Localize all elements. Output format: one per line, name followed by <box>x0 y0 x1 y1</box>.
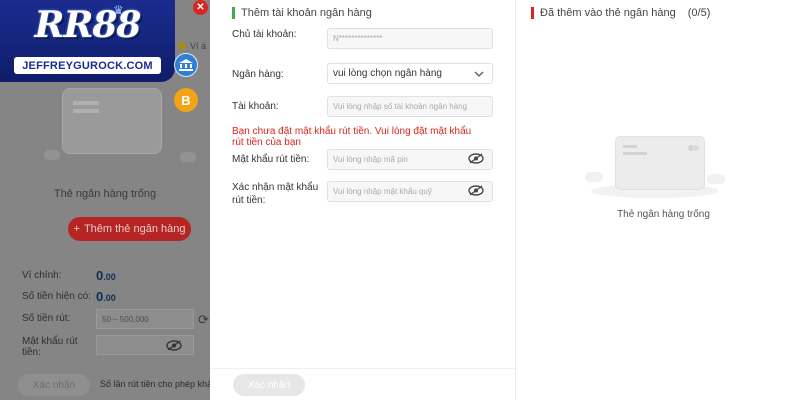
modal-footer-divider <box>210 368 515 369</box>
added-cards-title-text: Đã thêm vào thẻ ngân hàng <box>540 7 676 19</box>
bank-select[interactable]: vui lòng chọn ngân hàng <box>327 63 493 84</box>
added-cards-section-title: Đã thêm vào thẻ ngân hàng (0/5) <box>531 7 710 19</box>
withdraw-amount-label: Số tiền rút: <box>22 313 71 324</box>
account-number-input[interactable]: Vui lòng nhập số tài khoản ngân hàng <box>327 96 493 117</box>
eye-slash-icon[interactable] <box>166 340 182 354</box>
logo-main-text: RR88 <box>34 4 142 46</box>
current-balance-label: Số tiền hiện có: <box>22 291 91 302</box>
holder-field: N************** <box>327 28 493 49</box>
pin-input[interactable]: Vui lòng nhập mã pin <box>327 149 493 170</box>
bitcoin-icon[interactable]: B <box>174 88 198 112</box>
main-wallet-label: Ví chính: <box>22 270 62 281</box>
wallet-dot-icon <box>178 42 186 50</box>
close-icon[interactable]: ✕ <box>193 0 208 15</box>
added-cards-count: (0/5) <box>687 7 711 19</box>
withdraw-amount-input[interactable]: 50 – 500,000 <box>96 309 194 329</box>
title-accent-bar <box>531 7 534 19</box>
chevron-down-icon <box>474 69 484 79</box>
bg-submit-button[interactable]: Xác nhận <box>18 374 90 396</box>
account-label: Tài khoản: <box>232 101 279 112</box>
holder-label: Chủ tài khoản: <box>232 29 297 40</box>
eye-slash-icon[interactable] <box>468 185 484 199</box>
main-wallet-value: 0.00 <box>96 268 116 283</box>
bg-note-text: Số lần rút tiền cho phép khả <box>100 379 210 389</box>
bank-icon[interactable] <box>174 53 198 77</box>
logo-sub-text: JEFFREYGUROCK.COM <box>14 57 161 74</box>
cloud-icon <box>585 172 603 182</box>
pin-confirm-label: Xác nhận mật khẩu rút tiền: <box>232 182 319 206</box>
eye-slash-icon[interactable] <box>468 153 484 167</box>
bank-select-value: vui lòng chọn ngân hàng <box>333 68 442 79</box>
submit-button[interactable]: Xác nhận <box>233 374 305 396</box>
empty-cards-text: Thẻ ngân hàng trống <box>617 209 710 220</box>
withdraw-pin-label: Mật khẩu rút tiền: <box>22 336 78 358</box>
bg-cloud-icon <box>180 152 196 162</box>
add-bank-card-label: Thêm thẻ ngân hàng <box>83 223 186 235</box>
cloud-icon <box>707 174 725 184</box>
pin-warning-text: Bạn chưa đặt mật khẩu rút tiền. Vui lòng… <box>232 126 472 148</box>
pin-label: Mật khẩu rút tiền: <box>232 154 310 165</box>
add-account-title-text: Thêm tài khoản ngân hàng <box>241 7 372 19</box>
refresh-icon[interactable]: ⟳ <box>198 312 209 328</box>
pin-confirm-input[interactable]: Vui lòng nhập mật khẩu quỹ <box>327 181 493 202</box>
site-logo: ♛ RR88 JEFFREYGUROCK.COM <box>0 0 175 82</box>
modal-divider <box>515 0 516 400</box>
current-balance-value: 0.00 <box>96 289 116 304</box>
add-bank-card-button[interactable]: + Thêm thẻ ngân hàng <box>68 217 191 241</box>
bg-card-illustration <box>62 88 162 154</box>
bank-label: Ngân hàng: <box>232 69 284 80</box>
empty-card-illustration <box>585 132 725 202</box>
add-account-section-title: Thêm tài khoản ngân hàng <box>232 7 372 19</box>
plus-icon: + <box>73 223 80 235</box>
bg-empty-text: Thẻ ngân hàng trống <box>53 188 157 200</box>
bg-partial-text: Ví á <box>190 41 207 51</box>
bank-card-icon <box>615 136 705 190</box>
bg-cloud-icon <box>44 150 60 160</box>
title-accent-bar <box>232 7 235 19</box>
add-bank-account-modal: Thêm tài khoản ngân hàng Chủ tài khoản: … <box>210 0 800 400</box>
